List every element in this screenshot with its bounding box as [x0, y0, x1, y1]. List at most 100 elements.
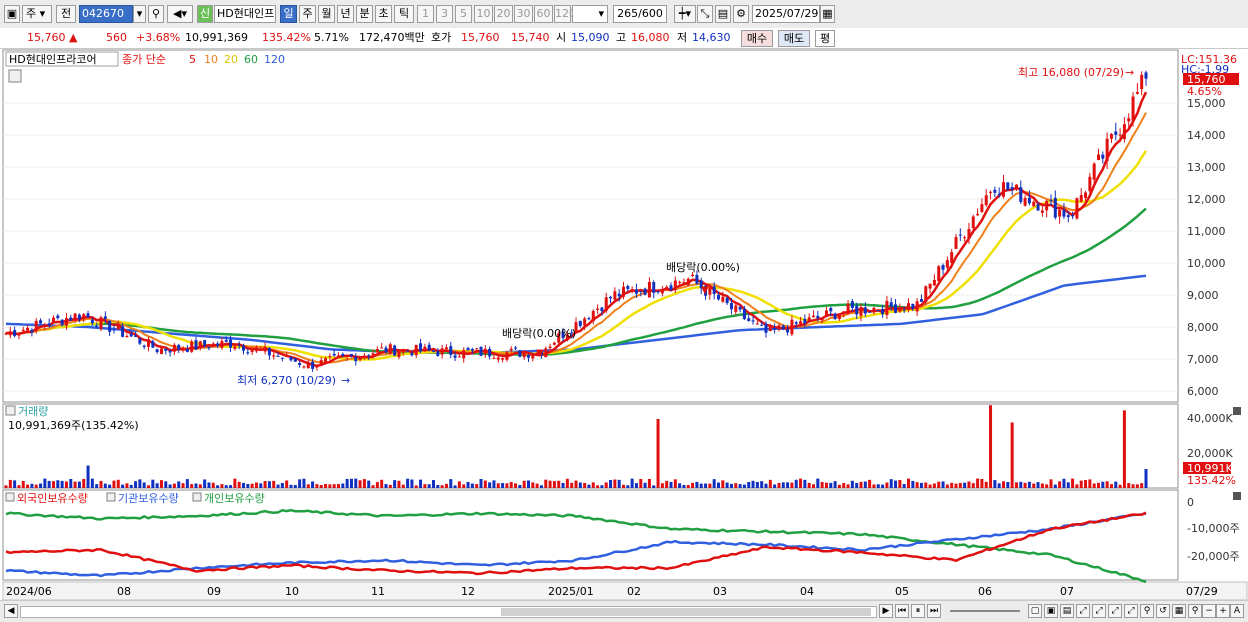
search-icon[interactable]: ⚲: [148, 5, 164, 23]
zoom-in-icon[interactable]: +: [1216, 604, 1230, 618]
buy-button[interactable]: 매수: [741, 30, 773, 47]
scroll-thumb[interactable]: [501, 608, 871, 616]
stock-code-input[interactable]: 042670: [79, 5, 133, 23]
candle-body: [924, 286, 928, 303]
period-tick[interactable]: 틱: [394, 5, 414, 23]
forward-icon[interactable]: ⏭: [927, 604, 941, 618]
stock-chart[interactable]: HD현대인프라코어 종가 단순 5 10 20 60 120 최고 16,080…: [0, 48, 1248, 600]
sell-button[interactable]: 매도: [778, 30, 810, 47]
scroll-left-icon[interactable]: ◀: [4, 604, 18, 618]
volume-bar: [1027, 481, 1031, 488]
bid-price: 15,740: [511, 31, 550, 44]
holding-panel-icon[interactable]: [5, 492, 15, 502]
volume-ratio: 135.42%: [262, 31, 311, 44]
volume-bar: [1006, 482, 1010, 488]
volume-bar: [872, 484, 876, 488]
date-input[interactable]: 2025/07/29: [752, 5, 820, 23]
candle-body: [259, 349, 263, 351]
interval-20[interactable]: 20: [494, 5, 513, 23]
zoom-slider[interactable]: [950, 610, 1020, 612]
candle-body: [902, 309, 906, 311]
table-icon[interactable]: [8, 69, 22, 83]
volume-bar: [544, 479, 548, 488]
view-icon-3[interactable]: ▤: [1060, 604, 1074, 618]
candle-type-icon[interactable]: ┿▾: [674, 5, 696, 23]
candle-body: [1062, 210, 1066, 217]
tool-icon-7[interactable]: ▦: [1172, 604, 1186, 618]
view-icon-1[interactable]: ▢: [1028, 604, 1042, 618]
code-dropdown-icon[interactable]: ▾: [133, 5, 146, 23]
scroll-right-icon[interactable]: ▶: [879, 604, 893, 618]
interval-1[interactable]: 1: [417, 5, 434, 23]
candle-body: [712, 286, 716, 294]
period-day[interactable]: 일: [280, 5, 297, 23]
speaker-icon[interactable]: ◀▾: [167, 5, 193, 23]
window-menu-icon[interactable]: ▣: [4, 5, 20, 23]
tool-icon-3[interactable]: ⤢: [1108, 604, 1122, 618]
volume-bar: [211, 482, 215, 488]
volume-bar: [440, 485, 444, 488]
draw-tool-icon[interactable]: ⤡: [697, 5, 713, 23]
zoom-out-icon[interactable]: −: [1202, 604, 1216, 618]
candle-body: [842, 311, 846, 313]
interval-5[interactable]: 5: [455, 5, 472, 23]
y-tick: 6,000: [1187, 385, 1219, 398]
tool-icon-5[interactable]: ⚲: [1140, 604, 1154, 618]
candle-body: [1010, 187, 1014, 190]
candle-body: [777, 325, 781, 328]
volume-bar: [518, 484, 522, 488]
candle-body: [855, 305, 859, 315]
candle-body: [647, 281, 651, 298]
gear-icon[interactable]: ⚙: [733, 5, 749, 23]
average-button[interactable]: 평: [815, 30, 835, 47]
volume-bar: [591, 482, 595, 488]
tool-icon-1[interactable]: ⤢: [1076, 604, 1090, 618]
volume-panel-icon[interactable]: [5, 405, 16, 416]
prev-button[interactable]: 전: [56, 5, 76, 23]
y-tick: 12,000: [1187, 193, 1226, 206]
period-second[interactable]: 초: [375, 5, 392, 23]
count-input[interactable]: 265/600: [613, 5, 667, 23]
volume-bar: [647, 478, 651, 488]
interval-30[interactable]: 30: [514, 5, 533, 23]
volume-bar: [207, 482, 211, 488]
save-icon[interactable]: ▤: [715, 5, 731, 23]
period-minute[interactable]: 분: [356, 5, 373, 23]
volume-close-icon[interactable]: [1233, 407, 1241, 415]
period-month[interactable]: 월: [318, 5, 335, 23]
interval-10[interactable]: 10: [474, 5, 493, 23]
volume-bar: [747, 482, 751, 488]
zoom-search-icon[interactable]: ⚲: [1188, 604, 1202, 618]
candle-body: [600, 307, 604, 312]
font-size-icon[interactable]: A: [1230, 604, 1244, 618]
candle-body: [945, 260, 949, 268]
scroll-track[interactable]: [20, 606, 877, 618]
volume-bar: [561, 482, 565, 488]
volume-bar: [1040, 483, 1044, 488]
tool-icon-6[interactable]: ↺: [1156, 604, 1170, 618]
candle-body: [479, 346, 483, 356]
candle-body: [444, 347, 448, 350]
calendar-icon[interactable]: ▦: [820, 5, 835, 23]
tool-icon-4[interactable]: ⤢: [1124, 604, 1138, 618]
interval-60[interactable]: 60: [534, 5, 553, 23]
interval-120[interactable]: 120: [554, 5, 576, 23]
period-week[interactable]: 주: [299, 5, 316, 23]
interval-custom-select[interactable]: ▾: [572, 5, 608, 23]
interval-3[interactable]: 3: [436, 5, 453, 23]
tool-icon-2[interactable]: ⤢: [1092, 604, 1106, 618]
pause-icon[interactable]: ⏸: [911, 604, 925, 618]
volume-bar: [60, 480, 64, 488]
candle-body: [937, 266, 941, 282]
period-year[interactable]: 년: [337, 5, 354, 23]
rewind-icon[interactable]: ⏮: [895, 604, 909, 618]
candle-body: [142, 345, 146, 347]
market-mode-select[interactable]: 주 ▾: [22, 5, 52, 23]
view-icon-2[interactable]: ▣: [1044, 604, 1058, 618]
retail-legend-icon: [192, 492, 202, 502]
candle-body: [591, 311, 595, 322]
candle-body: [846, 303, 850, 314]
candle-body: [181, 349, 185, 351]
volume-bar: [609, 479, 613, 488]
holding-close-icon[interactable]: [1233, 492, 1241, 500]
